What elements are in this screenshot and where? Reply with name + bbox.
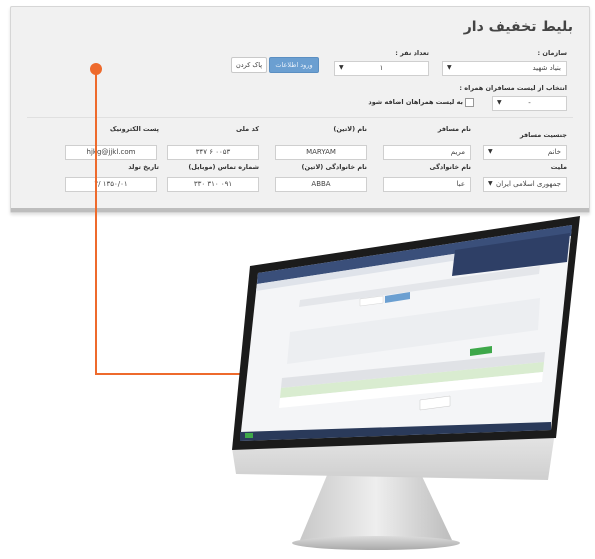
screen-table-row: [279, 372, 543, 408]
latin-name-label: نام (لاتین): [333, 125, 367, 133]
chevron-down-icon: ▼: [447, 64, 452, 71]
chevron-down-icon: ▼: [497, 99, 502, 106]
organization-value: بنیاد شهید: [532, 64, 561, 72]
organization-label: سازمان :: [537, 49, 567, 57]
callout-line-horizontal: [95, 373, 357, 375]
screen-browser-tabs: [257, 225, 572, 284]
mobile-input[interactable]: ۰۹۱ ۳۱۰ ۳۳۰: [167, 177, 259, 192]
divider: [27, 117, 573, 118]
birth-date-label: تاریخ تولد: [128, 163, 159, 171]
imac-chin: [232, 432, 555, 480]
submit-button[interactable]: ورود اطلاعات: [269, 57, 319, 73]
screen-mini-button: [385, 292, 410, 303]
screen-start-icon: [245, 433, 253, 438]
screen-mini-button: [359, 295, 384, 307]
add-to-list-label: به لیست همراهان اضافه شود: [368, 98, 463, 106]
national-code-input[interactable]: ۰۰۵۳ ۶ ۳۴۷: [167, 145, 259, 160]
organization-select[interactable]: بنیاد شهید ▼: [442, 61, 567, 76]
screen-taskbar: [240, 422, 551, 441]
form-panel: بلیط تخفیف دار سازمان : بنیاد شهید ▼ تعد…: [10, 6, 590, 213]
page-title: بلیط تخفیف دار: [463, 19, 573, 35]
companion-select[interactable]: - ▼: [492, 96, 567, 111]
chevron-down-icon: ▼: [339, 64, 344, 71]
screen-table-row-highlight: [280, 362, 544, 398]
latin-name-input[interactable]: MARYAM: [275, 145, 367, 160]
email-label: پست الکترونیک: [109, 125, 159, 133]
latin-family-label: نام خانوادگی (لاتین): [301, 163, 367, 171]
chevron-down-icon: ▼: [488, 148, 493, 155]
nationality-select[interactable]: جمهوری اسلامی ایران ▼: [483, 177, 567, 192]
panel-shadow-edge: [11, 208, 589, 212]
companion-value: -: [528, 99, 531, 107]
email-input[interactable]: hjkg@jjkl.com: [65, 145, 157, 160]
gender-select[interactable]: خانم ▼: [483, 145, 567, 160]
nationality-value: جمهوری اسلامی ایران: [496, 180, 561, 188]
family-label: نام خانوادگی: [429, 163, 471, 171]
count-value: ۱: [379, 64, 384, 72]
imac-base: [292, 536, 460, 550]
screen-site-header: [452, 233, 570, 276]
national-code-label: کد ملی: [235, 125, 259, 133]
imac-bezel: [232, 216, 580, 450]
clear-button[interactable]: پاک کردن: [231, 57, 267, 73]
latin-family-input[interactable]: ABBA: [275, 177, 367, 192]
companion-label: انتخاب از لیست مسافران همراه :: [459, 84, 567, 92]
chevron-down-icon: ▼: [488, 180, 493, 187]
add-to-list-checkbox[interactable]: [465, 98, 474, 107]
screen-form-row: [299, 266, 540, 307]
count-select[interactable]: ۱ ▼: [334, 61, 429, 76]
callout-line-vertical: [95, 69, 97, 374]
callout-dot-bottom: [353, 368, 365, 380]
name-label: نام مسافر: [437, 125, 471, 133]
imac-stand: [300, 468, 452, 540]
birth-date-input[interactable]: ۱۳۵۰/۰۱ /۲: [65, 177, 157, 192]
gender-value: خانم: [547, 148, 561, 156]
mobile-label: شماره تماس (موبایل): [188, 163, 259, 171]
imac-screen: [240, 225, 572, 441]
gender-label: جنسیت مسافر: [519, 131, 567, 139]
screen-mini-input: [419, 395, 451, 411]
family-input[interactable]: عبا: [383, 177, 471, 192]
name-input[interactable]: مریم: [383, 145, 471, 160]
screen-passenger-form: [287, 298, 540, 364]
nationality-label: ملیت: [550, 163, 567, 171]
count-label: تعداد نفر :: [395, 49, 429, 57]
screen-address-bar: [256, 236, 571, 291]
screen-green-button: [470, 346, 492, 356]
screen-table-header: [281, 352, 545, 388]
